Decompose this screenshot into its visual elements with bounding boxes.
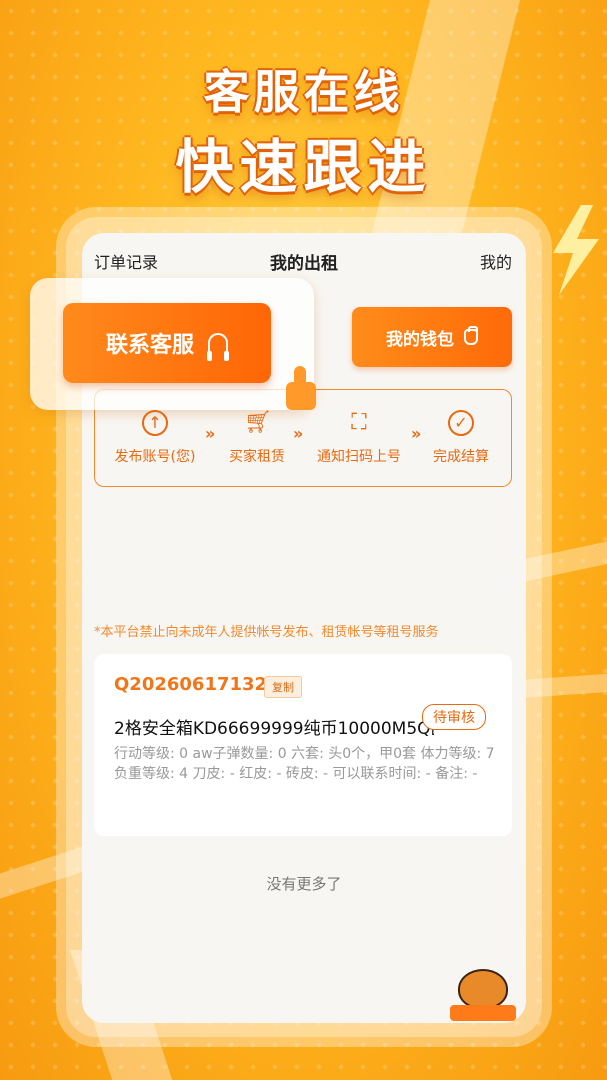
nav-mine[interactable]: 我的 xyxy=(480,249,512,273)
mascot-icon xyxy=(450,965,516,1021)
check-circle-icon: ✓ xyxy=(448,410,474,436)
headline-line1: 客服在线 xyxy=(203,65,404,119)
order-id: Q20260617132 xyxy=(114,674,268,695)
order-card[interactable]: Q20260617132 复制 2格安全箱KD66699999纯币10000M5… xyxy=(94,654,512,836)
copy-button[interactable]: 复制 xyxy=(264,676,302,698)
arrow-up-circle-icon: ↑ xyxy=(142,410,168,436)
step-settle: ✓ 完成结算 xyxy=(411,410,511,466)
page-title: 我的出租 xyxy=(270,254,338,274)
order-description: 行动等级: 0 aw子弹数量: 0 六套: 头0个，甲0套 体力等级: 7 负重… xyxy=(114,746,495,782)
top-nav: 订单记录 我的出租 我的 xyxy=(82,247,526,274)
no-more-text: 没有更多了 xyxy=(266,875,342,893)
headline-line2: 快速跟进 xyxy=(175,133,432,201)
step-label: 通知扫码上号 xyxy=(317,449,401,465)
step-scan: ⛶ 通知扫码上号 xyxy=(309,410,409,466)
headset-icon xyxy=(207,333,229,361)
thumbs-up-icon xyxy=(286,366,320,412)
minor-notice: *本平台禁止向未成年人提供帐号发布、租赁帐号等租号服务 xyxy=(94,625,439,640)
contact-button-label: 联系客服 xyxy=(105,333,194,358)
step-publish: ↑ 发布账号(您) xyxy=(105,410,205,466)
step-label: 买家租赁 xyxy=(229,449,285,465)
step-label: 发布账号(您) xyxy=(114,449,196,465)
step-rent: 🛒︎ 买家租赁 xyxy=(207,410,307,466)
order-title: 2格安全箱KD66699999纯币10000M5Q区 xyxy=(114,719,434,739)
chevron-right-icon: » xyxy=(293,424,303,443)
wallet-icon xyxy=(464,326,478,345)
step-label: 完成结算 xyxy=(433,449,489,465)
wallet-button-label: 我的钱包 xyxy=(386,329,454,350)
wallet-button[interactable]: 我的钱包 xyxy=(352,307,512,367)
lightning-bolt-icon xyxy=(553,205,599,295)
cart-icon: 🛒︎ xyxy=(244,410,272,435)
scan-icon: ⛶ xyxy=(351,410,367,435)
contact-service-button[interactable]: 联系客服 xyxy=(63,303,271,383)
status-badge: 待审核 xyxy=(422,704,486,730)
